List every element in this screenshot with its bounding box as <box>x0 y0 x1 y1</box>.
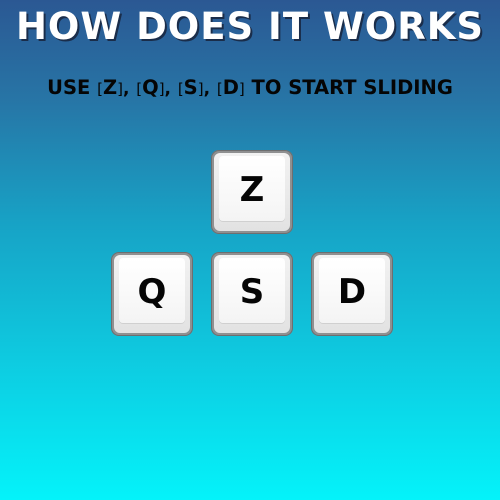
key-s-label: S <box>239 272 265 312</box>
key-z[interactable]: Z <box>211 150 293 234</box>
page-title: HOW DOES IT WORKS <box>15 5 485 48</box>
instructions-key-z: Z <box>102 76 118 99</box>
key-d[interactable]: D <box>311 252 393 336</box>
key-s[interactable]: S <box>211 252 293 336</box>
instructions-key-s: S <box>183 76 198 99</box>
separator: , <box>203 79 211 99</box>
instructions-prefix: USE <box>47 76 91 99</box>
key-q-label: Q <box>137 272 167 312</box>
key-d-label: D <box>337 272 367 312</box>
separator: , <box>122 79 130 99</box>
instructions-key-q: Q <box>142 76 159 99</box>
key-z-label: Z <box>239 170 265 210</box>
bracket-close: ] <box>238 80 245 98</box>
separator: , <box>164 79 172 99</box>
instructions-text: USE [Z], [Q], [S], [D] TO START SLIDING <box>0 76 500 101</box>
instructions-key-d: D <box>222 76 239 99</box>
instructions-suffix: TO START SLIDING <box>251 76 453 99</box>
key-q[interactable]: Q <box>111 252 193 336</box>
